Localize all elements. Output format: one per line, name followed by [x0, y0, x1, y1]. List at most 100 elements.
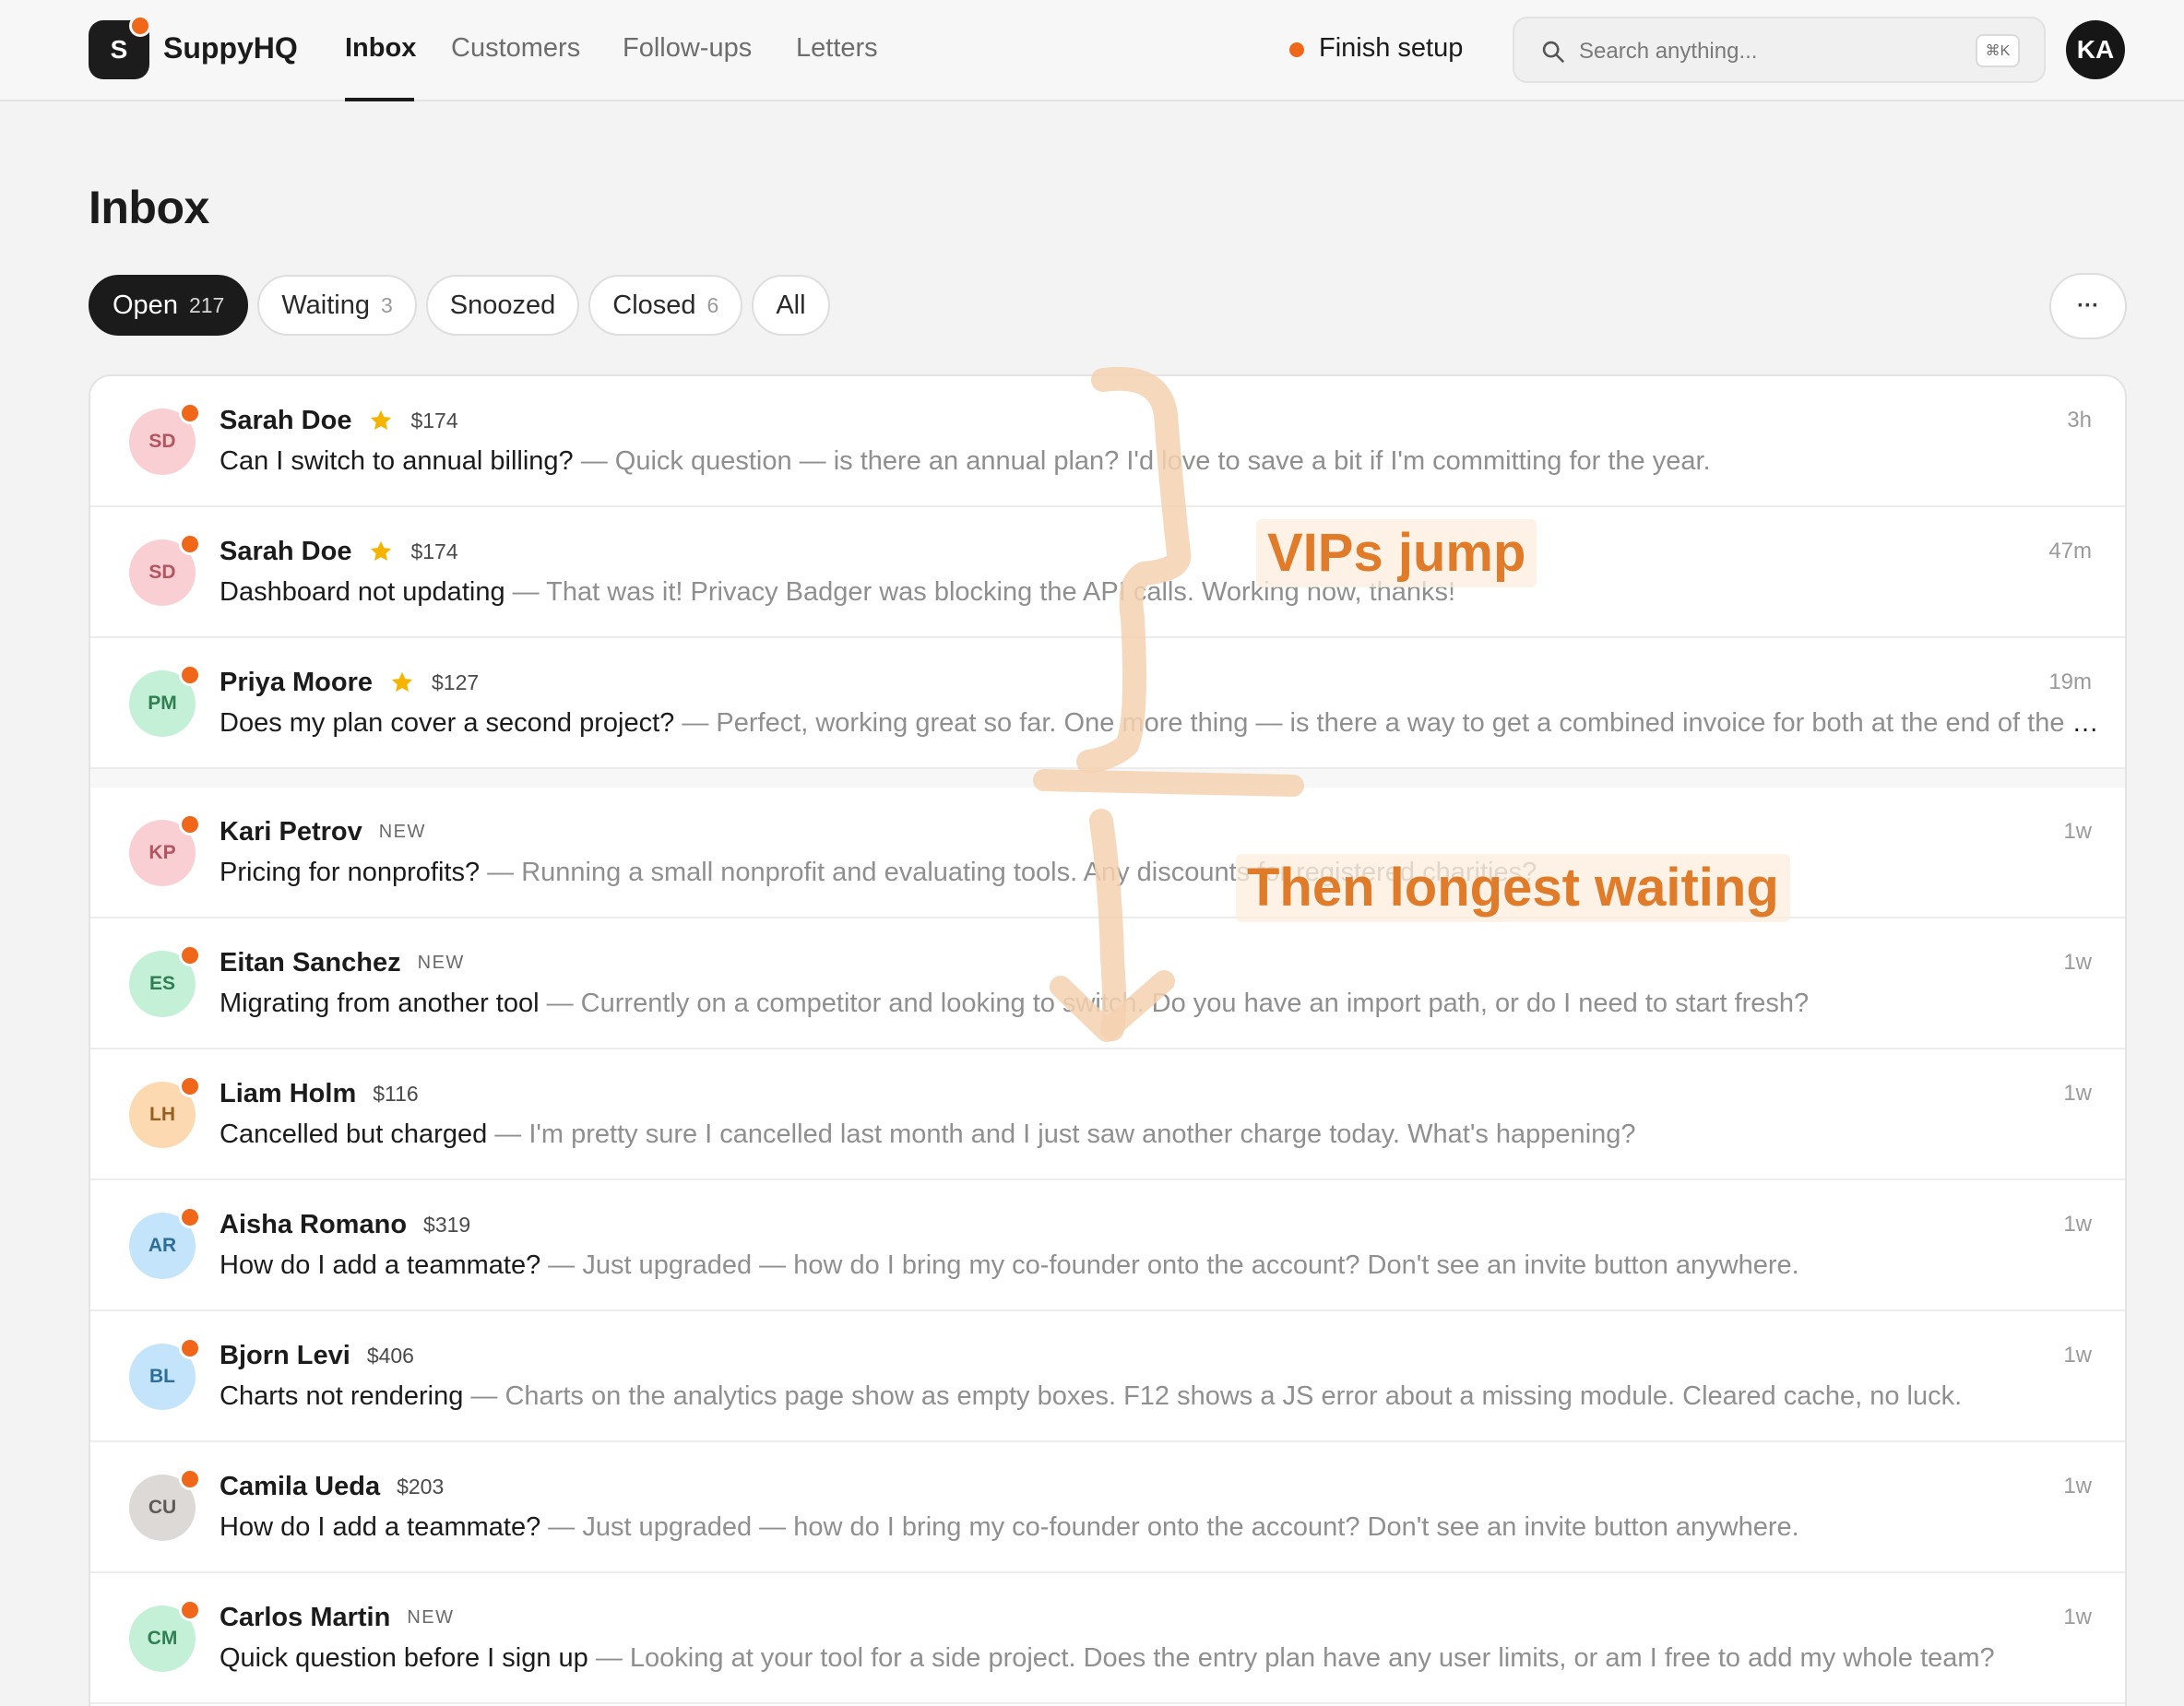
conversation-time: 1w	[2063, 950, 2092, 975]
conversation-header: Eitan Sanchez NEW	[220, 946, 465, 979]
filter-label: Snoozed	[449, 290, 556, 320]
conversation-header: Camila Ueda $203	[220, 1470, 444, 1503]
customer-name: Priya Moore	[220, 667, 373, 697]
conversation-summary: How do I add a teammate? — Just upgraded…	[220, 1512, 2101, 1549]
customer-name: Liam Holm	[220, 1078, 357, 1108]
customer-name: Bjorn Levi	[220, 1340, 350, 1370]
vip-star-icon	[389, 669, 415, 695]
conversation-header: Priya Moore $127	[220, 666, 479, 699]
filter-count: 3	[380, 292, 393, 317]
active-tab-indicator	[345, 98, 414, 101]
conversation-summary: Migrating from another tool — Currently …	[220, 989, 2101, 1025]
finish-setup-link[interactable]: Finish setup	[1319, 33, 1463, 64]
user-avatar[interactable]: KA	[2066, 20, 2125, 79]
conversation-time: 1w	[2063, 1081, 2092, 1106]
conversation-time: 1w	[2063, 1343, 2092, 1368]
filter-label: Waiting	[281, 290, 370, 320]
nav-follow-ups[interactable]: Follow-ups	[623, 33, 752, 64]
nav-inbox[interactable]: Inbox	[345, 33, 416, 64]
waiting-annotation-label: Then longest waiting	[1236, 854, 1790, 922]
nav-customers[interactable]: Customers	[451, 33, 580, 64]
filter-count: 6	[706, 292, 719, 317]
conversation-subject: Does my plan cover a second project?	[220, 708, 675, 738]
message-preview: — Just upgraded — how do I bring my co-f…	[540, 1250, 1799, 1280]
unread-dot	[179, 533, 201, 555]
customer-value: $319	[423, 1212, 471, 1237]
filter-waiting[interactable]: Waiting 3	[257, 275, 417, 336]
conversation-row[interactable]: SD Sarah Doe $174 Can I switch to annual bi…	[90, 376, 2125, 507]
conversation-row[interactable]: KP Kari Petrov NEW Pricing for nonprofits? …	[90, 788, 2125, 918]
conversation-header: Bjorn Levi $406	[220, 1339, 414, 1372]
unread-dot	[179, 944, 201, 966]
unread-dot	[179, 1599, 201, 1621]
customer-value: $174	[410, 539, 458, 563]
vip-star-icon	[368, 408, 394, 433]
conversation-summary: Can I switch to annual billing? — Quick …	[220, 446, 2101, 483]
customer-value: $203	[397, 1474, 445, 1499]
conversation-summary: Charts not rendering — Charts on the ana…	[220, 1381, 2101, 1418]
conversation-time: 1w	[2063, 1605, 2092, 1629]
conversation-row[interactable]: CU Camila Ueda $203 How do I add a teammate…	[90, 1442, 2125, 1573]
message-preview: — I'm pretty sure I cancelled last month…	[487, 1120, 1636, 1149]
conversation-time: 47m	[2048, 539, 2092, 563]
customer-name: Kari Petrov	[220, 816, 362, 847]
conversation-row[interactable]: SD Sarah Doe $174 Dashboard not updating — …	[90, 507, 2125, 638]
conversation-summary: Quick question before I sign up — Lookin…	[220, 1643, 2101, 1680]
conversation-subject: Pricing for nonprofits?	[220, 858, 481, 887]
new-badge: NEW	[378, 821, 426, 842]
conversation-header: Aisha Romano $319	[220, 1208, 470, 1241]
conversation-row[interactable]: BL Bjorn Levi $406 Charts not rendering — C…	[90, 1311, 2125, 1442]
search-shortcut-hint: ⌘K	[1976, 34, 2020, 67]
conversation-header: Kari Petrov NEW	[220, 815, 426, 848]
conversation-list: SD Sarah Doe $174 Can I switch to annual bi…	[89, 374, 2127, 1706]
conversation-time: 3h	[2067, 408, 2092, 432]
conversation-subject: How do I add a teammate?	[220, 1512, 541, 1542]
conversation-summary: Dashboard not updating — That was it! Pr…	[220, 577, 2101, 614]
logo-notification-dot	[129, 15, 151, 37]
logo-letter: S	[110, 35, 128, 64]
conversation-row[interactable]: LH Liam Holm $116 Cancelled but charged — I…	[90, 1049, 2125, 1180]
message-preview: — Quick question — is there an annual pl…	[573, 446, 1711, 476]
more-options-button[interactable]: ···	[2049, 273, 2127, 339]
unread-dot	[179, 1337, 201, 1359]
vip-annotation-label: VIPs jump	[1256, 519, 1537, 587]
status-filter-tabs: Open 217 Waiting 3 Snoozed Closed 6 All	[89, 275, 830, 336]
nav-letters[interactable]: Letters	[796, 33, 878, 64]
message-preview: — Currently on a competitor and looking …	[539, 989, 1810, 1018]
conversation-row[interactable]: AR Aisha Romano $319 How do I add a teammat…	[90, 1180, 2125, 1311]
filter-label: Open	[113, 290, 178, 320]
message-preview: — Just upgraded — how do I bring my co-f…	[540, 1512, 1799, 1542]
search-placeholder: Search anything...	[1579, 39, 1758, 64]
conversation-time: 1w	[2063, 819, 2092, 844]
filter-snoozed[interactable]: Snoozed	[425, 275, 580, 336]
conversation-subject: Quick question before I sign up	[220, 1643, 588, 1673]
search-icon	[1542, 41, 1564, 63]
vip-star-icon	[368, 539, 394, 564]
filter-open[interactable]: Open 217	[89, 275, 249, 336]
filter-closed[interactable]: Closed 6	[588, 275, 743, 336]
customer-name: Aisha Romano	[220, 1209, 408, 1239]
conversation-subject: How do I add a teammate?	[220, 1250, 541, 1280]
conversation-subject: Cancelled but charged	[220, 1120, 488, 1149]
customer-value: $406	[366, 1343, 414, 1368]
customer-name: Sarah Doe	[220, 536, 352, 566]
conversation-row[interactable]: CM Carlos Martin NEW Quick question before …	[90, 1573, 2125, 1704]
conversation-row[interactable]: PM Priya Moore $127 Does my plan cover a se…	[90, 638, 2125, 769]
unread-dot	[179, 1468, 201, 1490]
customer-name: Eitan Sanchez	[220, 947, 401, 977]
conversation-subject: Migrating from another tool	[220, 989, 540, 1018]
filter-all[interactable]: All	[752, 275, 830, 336]
conversation-summary: Does my plan cover a second project? — P…	[220, 708, 2101, 745]
filter-count: 217	[188, 292, 225, 317]
conversation-row[interactable]: ES Eitan Sanchez NEW Migrating from another…	[90, 918, 2125, 1049]
brand-name[interactable]: SuppyHQ	[163, 31, 298, 65]
search-bar[interactable]: Search anything... ⌘K	[1513, 17, 2046, 83]
conversation-summary: Pricing for nonprofits? — Running a smal…	[220, 858, 2101, 894]
conversation-time: 1w	[2063, 1474, 2092, 1499]
unread-dot	[179, 1075, 201, 1097]
customer-name: Carlos Martin	[220, 1602, 391, 1632]
message-preview: — Perfect, working great so far. One mor…	[674, 708, 2101, 738]
filter-label: Closed	[612, 290, 696, 320]
message-preview: — Looking at your tool for a side projec…	[588, 1643, 1995, 1673]
conversation-summary: Cancelled but charged — I'm pretty sure …	[220, 1120, 2101, 1156]
